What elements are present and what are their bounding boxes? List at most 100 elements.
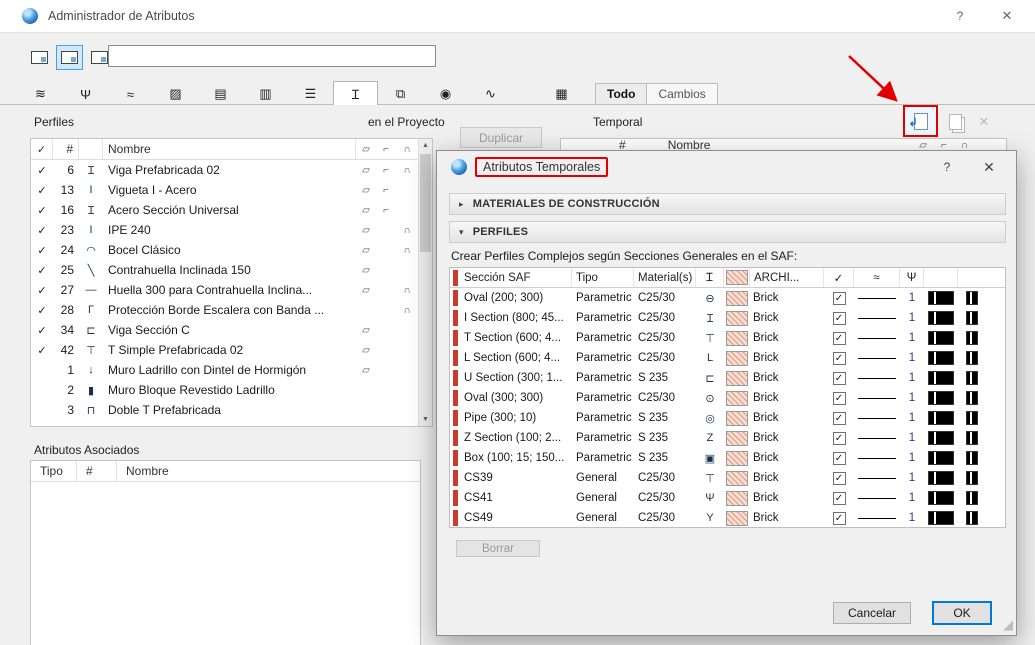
cancel-button[interactable]: Cancelar (833, 602, 911, 624)
close-button[interactable]: ✕ (987, 0, 1027, 32)
assoc-num-header[interactable]: # (77, 461, 117, 481)
tab-icon: ◉ (439, 86, 452, 101)
saf-profile-row[interactable]: Z Section (100; 2... Parametric S 235 Z … (450, 428, 1005, 448)
profile-row[interactable]: ✓ 6 Ɪ Viga Prefabricada 02 ▱ ⌐ ∩ (31, 160, 432, 180)
profile-row[interactable]: ✓ 28 Γ Protección Borde Escalera con Ban… (31, 300, 432, 320)
checkbox[interactable]: ✓ (832, 491, 846, 505)
profile-row[interactable]: ✓ 23 I IPE 240 ▱ ∩ (31, 220, 432, 240)
section-materiales-label: MATERIALES DE CONSTRUCCIÓN (472, 198, 660, 210)
todo-button[interactable]: Todo (596, 84, 648, 104)
checkbox[interactable]: ✓ (832, 311, 846, 325)
import-temporal-button[interactable]: ↲ (903, 105, 938, 137)
profile-row[interactable]: 2 ▮ Muro Bloque Revestido Ladrillo (31, 380, 432, 400)
profile-row[interactable]: ✓ 13 I Vigueta I - Acero ▱ ⌐ (31, 180, 432, 200)
saf-tipo-header[interactable]: Tipo (572, 268, 634, 287)
row-checkbox-cell: ✓ (824, 491, 854, 505)
attribute-tab[interactable]: ≈ (108, 83, 153, 105)
profile-row[interactable]: ✓ 42 ⊤ T Simple Prefabricada 02 ▱ (31, 340, 432, 360)
dialog-help-button[interactable]: ? (930, 151, 964, 183)
profile-row[interactable]: 3 ⊓ Doble T Prefabricada (31, 400, 432, 420)
row-checkmark[interactable]: ✓ (31, 224, 53, 237)
profile-row[interactable]: ✓ 34 ⊏ Viga Sección C ▱ (31, 320, 432, 340)
dialog-close-button[interactable]: ✕ (972, 151, 1006, 183)
saf-profile-row[interactable]: L Section (600; 4... Parametric C25/30 L… (450, 348, 1005, 368)
checkbox[interactable]: ✓ (832, 471, 846, 485)
row-checkmark[interactable]: ✓ (31, 184, 53, 197)
profile-row[interactable]: ✓ 25 ╲ Contrahuella Inclinada 150 ▱ (31, 260, 432, 280)
row-checkbox-cell: ✓ (824, 471, 854, 485)
duplicar-button[interactable]: Duplicar (460, 127, 542, 148)
saf-profile-row[interactable]: U Section (300; 1... Parametric S 235 ⊏ … (450, 368, 1005, 388)
row-checkmark[interactable]: ✓ (31, 244, 53, 257)
scrollbar-thumb[interactable] (420, 154, 431, 252)
saf-profile-row[interactable]: CS39 General C25/30 ⊤ Brick ✓ 1 (450, 468, 1005, 488)
attribute-tab[interactable]: ▥ (243, 83, 288, 105)
row-checkmark[interactable]: ✓ (31, 324, 53, 337)
delete-button[interactable]: ✕ (971, 109, 997, 134)
saf-profile-row[interactable]: I Section (800; 45... Parametric C25/30 … (450, 308, 1005, 328)
name-column-header[interactable]: Nombre (103, 139, 356, 159)
checkbox[interactable]: ✓ (832, 411, 846, 425)
assoc-tipo-header[interactable]: Tipo (31, 461, 77, 481)
row-checkmark[interactable]: ✓ (31, 164, 53, 177)
scroll-up-arrow[interactable]: ▲ (419, 139, 432, 152)
checkbox[interactable]: ✓ (832, 291, 846, 305)
section-materiales[interactable]: ▸ MATERIALES DE CONSTRUCCIÓN (449, 193, 1006, 215)
profile-row[interactable]: 1 ↓ Muro Ladrillo con Dintel de Hormigón… (31, 360, 432, 380)
checkbox[interactable]: ✓ (832, 511, 846, 525)
attribute-tab[interactable]: ☰ (288, 83, 333, 105)
saf-profile-row[interactable]: Oval (200; 300) Parametric C25/30 ⊖ Bric… (450, 288, 1005, 308)
attribute-tab[interactable]: ⧉ (378, 83, 423, 105)
saf-profile-row[interactable]: CS49 General C25/30 Y Brick ✓ 1 (450, 508, 1005, 527)
row-checkmark[interactable]: ✓ (31, 204, 53, 217)
borrar-button[interactable]: Borrar (456, 540, 540, 557)
checkbox[interactable]: ✓ (832, 451, 846, 465)
attribute-tab[interactable]: ∿ (468, 83, 513, 105)
attribute-tab[interactable]: ≋ (18, 83, 63, 105)
screen-highlight-button[interactable] (56, 45, 83, 70)
checkbox[interactable]: ✓ (832, 431, 846, 445)
cambios-button[interactable]: Cambios (647, 84, 716, 104)
row-checkmark[interactable]: ✓ (31, 304, 53, 317)
tab-grid-view[interactable]: ▦ (539, 83, 584, 105)
check-column-header[interactable]: ✓ (31, 139, 53, 159)
row-number: 3 (67, 403, 74, 417)
saf-profile-row[interactable]: Pipe (300; 10) Parametric S 235 ◎ Brick … (450, 408, 1005, 428)
profile-shape-icon: ↓ (88, 364, 94, 376)
attribute-tab[interactable]: ▨ (153, 83, 198, 105)
ok-button[interactable]: OK (932, 601, 992, 625)
saf-section-type: Parametric (576, 312, 632, 324)
row-checkmark[interactable]: ✓ (31, 264, 53, 277)
assoc-nombre-header[interactable]: Nombre (117, 461, 420, 481)
copy-button[interactable] (942, 109, 968, 134)
search-input[interactable] (108, 45, 436, 67)
resize-grip[interactable]: ◢ (1003, 617, 1013, 633)
attribute-tab[interactable]: Ɪ (333, 81, 378, 105)
saf-profile-row[interactable]: Box (100; 15; 150... Parametric S 235 ▣ … (450, 448, 1005, 468)
saf-profile-row[interactable]: Oval (300; 300) Parametric C25/30 ⊙ Bric… (450, 388, 1005, 408)
checkbox[interactable]: ✓ (832, 391, 846, 405)
screen-select-button[interactable] (26, 45, 53, 70)
saf-material-header[interactable]: Material(s) (634, 268, 696, 287)
help-button[interactable]: ? (940, 0, 980, 32)
list-scrollbar[interactable]: ▲ ▼ (418, 139, 432, 426)
section-perfiles[interactable]: ▾ PERFILES (449, 221, 1006, 243)
profile-row[interactable]: ✓ 27 — Huella 300 para Contrahuella Incl… (31, 280, 432, 300)
profile-row[interactable]: ✓ 24 ◠ Bocel Clásico ▱ ∩ (31, 240, 432, 260)
number-column-header[interactable]: # (53, 139, 79, 159)
checkbox[interactable]: ✓ (832, 371, 846, 385)
attribute-tab[interactable]: ▤ (198, 83, 243, 105)
saf-name-header[interactable]: Sección SAF (460, 268, 572, 287)
row-checkmark[interactable]: ✓ (31, 284, 53, 297)
scroll-down-arrow[interactable]: ▼ (419, 413, 432, 426)
saf-profile-row[interactable]: T Section (600; 4... Parametric C25/30 ⊤… (450, 328, 1005, 348)
attribute-tab[interactable]: Ψ (63, 83, 108, 105)
attribute-tab[interactable]: ◉ (423, 83, 468, 105)
row-checkmark[interactable]: ✓ (31, 344, 53, 357)
profile-row[interactable]: ✓ 16 Ɪ Acero Sección Universal ▱ ⌐ (31, 200, 432, 220)
surface-column-header[interactable]: ARCHI... (750, 268, 824, 287)
checkbox[interactable]: ✓ (832, 331, 846, 345)
saf-profile-row[interactable]: CS41 General C25/30 Ψ Brick ✓ 1 (450, 488, 1005, 508)
icon-column-header[interactable] (79, 139, 103, 159)
checkbox[interactable]: ✓ (832, 351, 846, 365)
